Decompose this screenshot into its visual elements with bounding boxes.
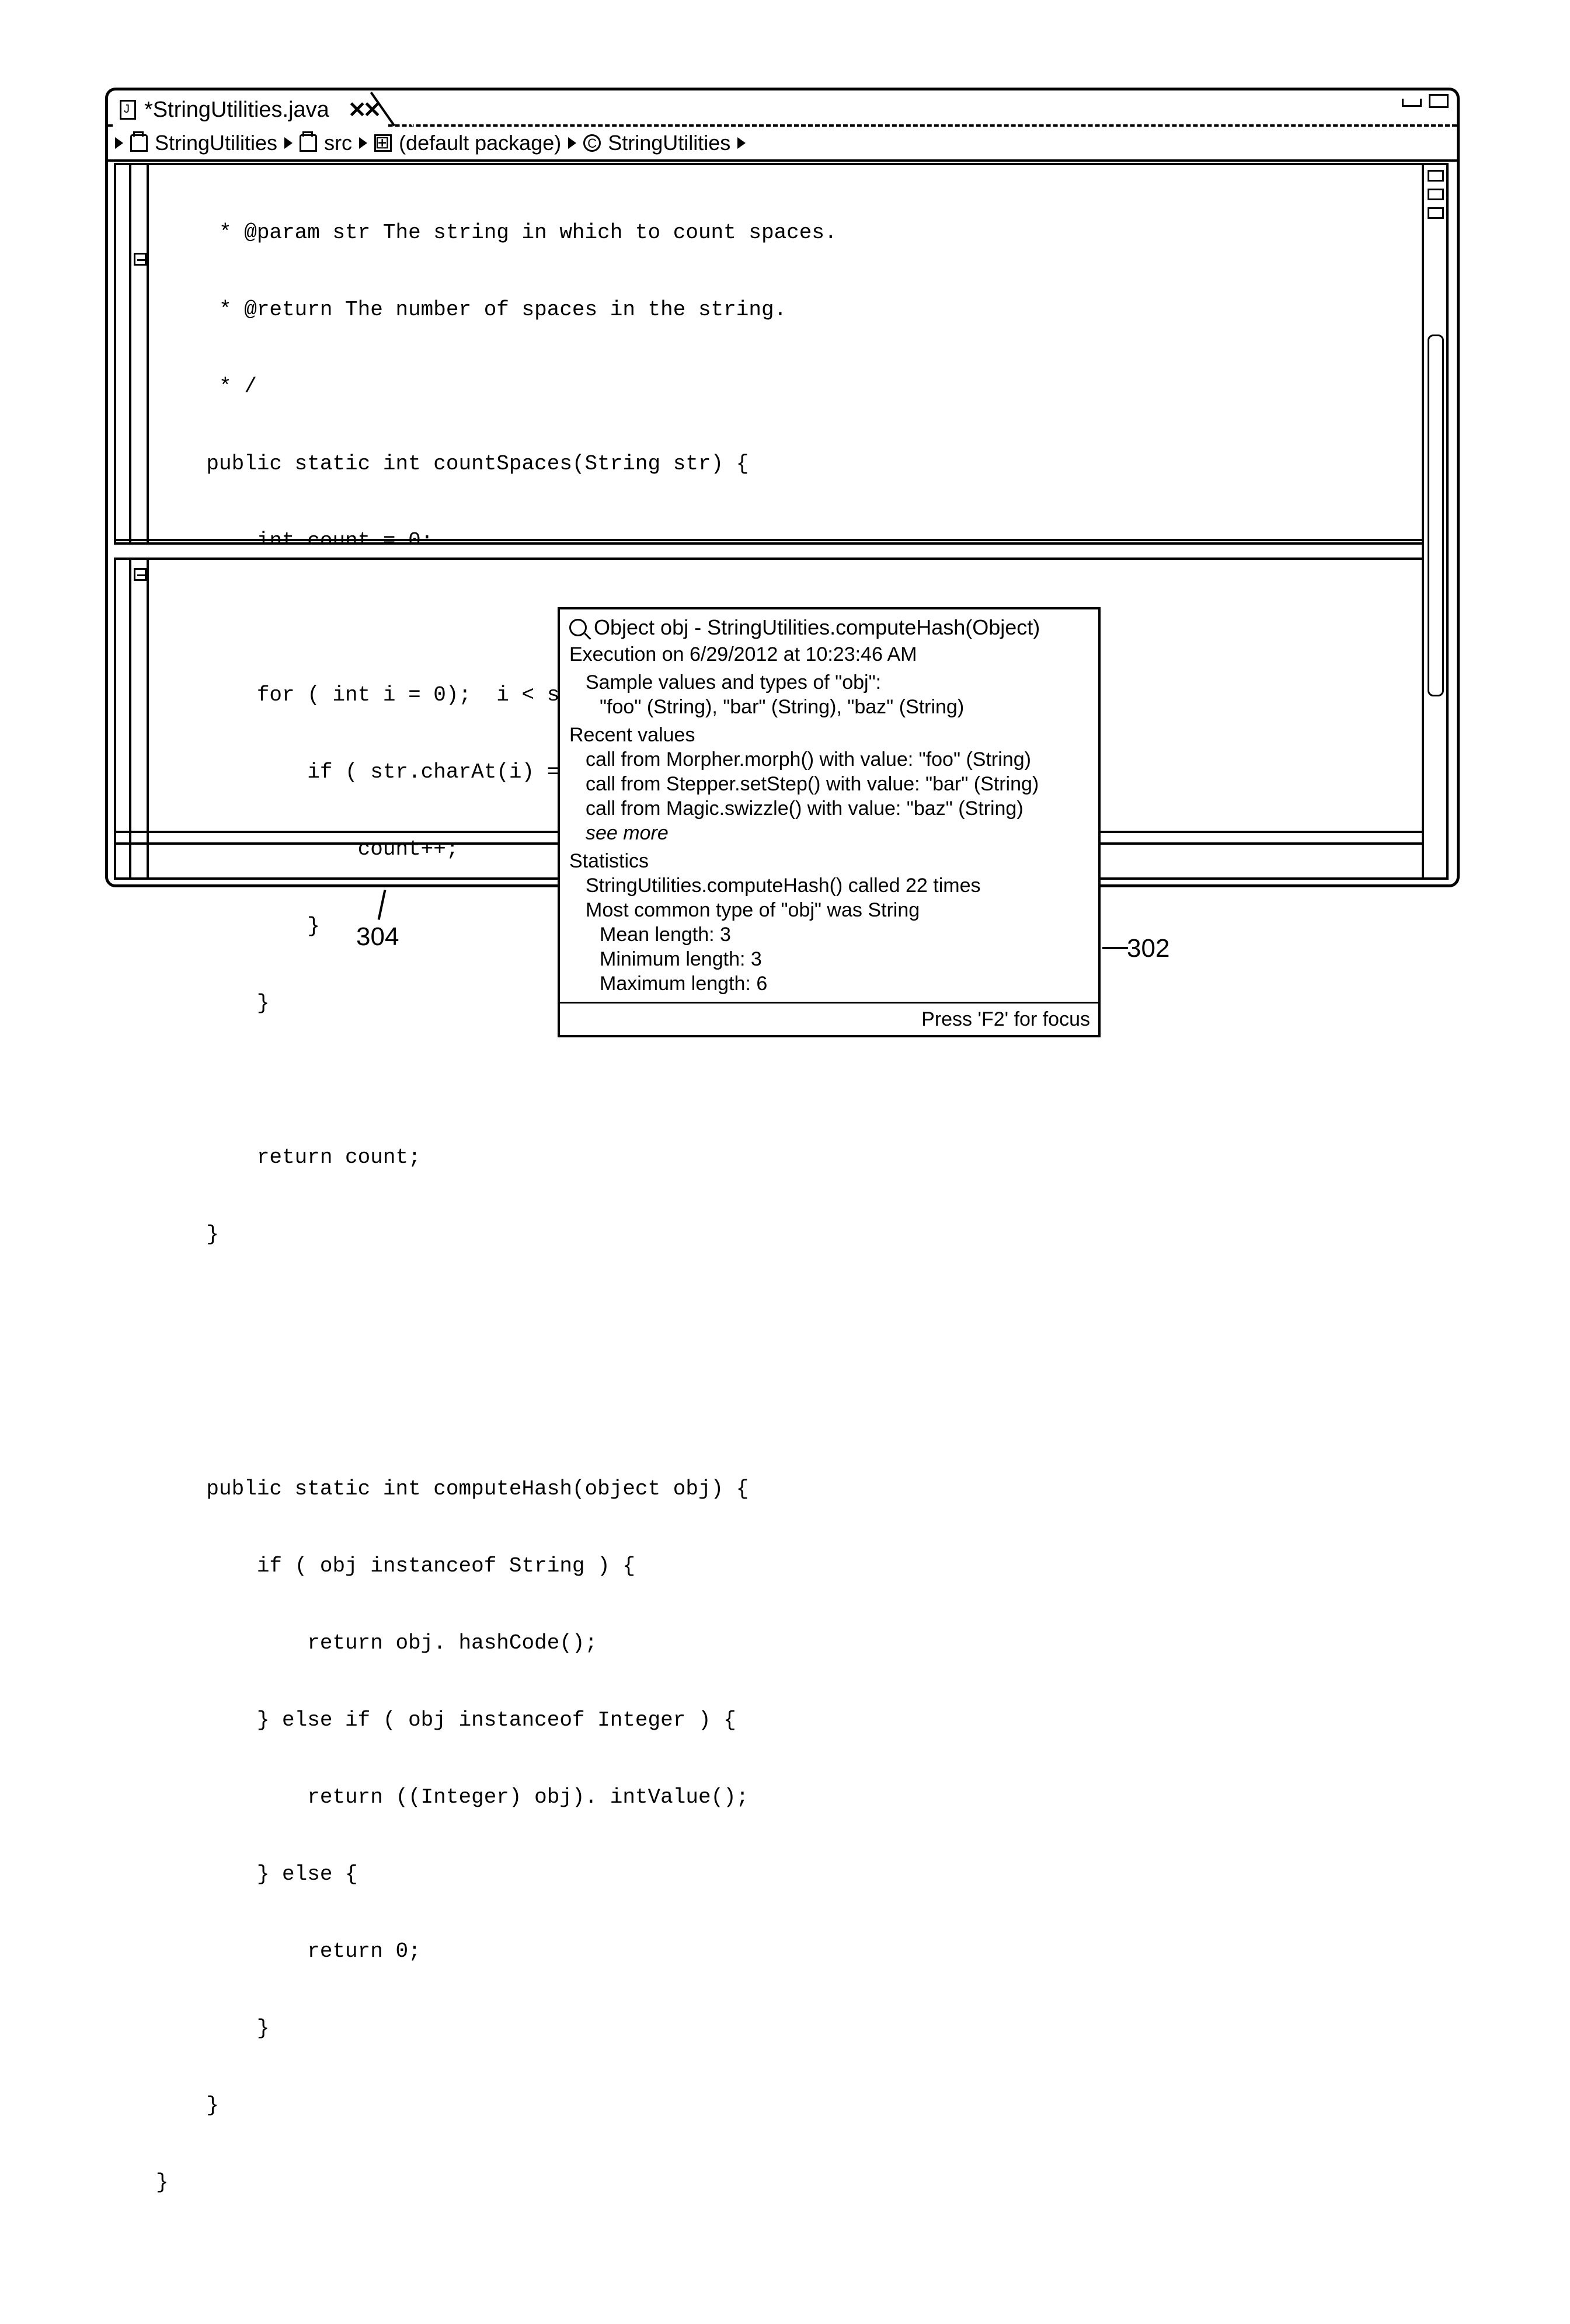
code-line: public static int countSpaces(String str… — [156, 451, 1422, 477]
ruler-mark — [1428, 207, 1444, 219]
method-separator — [114, 539, 1422, 541]
hover-stats-item: Mean length: 3 — [569, 922, 1090, 947]
code-line: * / — [156, 374, 1422, 400]
code-line: if ( obj instanceof String ) { — [156, 1553, 1422, 1579]
hover-execution-time: Execution on 6/29/2012 at 10:23:46 AM — [569, 642, 1090, 667]
breadcrumb-src[interactable]: src — [324, 131, 352, 155]
fold-gutter — [131, 165, 149, 877]
hover-recent-item: call from Morpher.morph() with value: "f… — [569, 747, 1090, 772]
marker-gutter — [116, 165, 131, 877]
maximize-pane-icon[interactable] — [1429, 94, 1449, 108]
code-line: } else if ( obj instanceof Integer ) { — [156, 1708, 1422, 1733]
hover-stats-item: Minimum length: 3 — [569, 947, 1090, 971]
java-file-icon — [120, 100, 136, 120]
close-tab-icon[interactable]: ✕✕ — [337, 97, 378, 123]
hover-recent-item: call from Stepper.setStep() with value: … — [569, 772, 1090, 796]
hover-info-panel: Object obj - StringUtilities.computeHash… — [558, 607, 1101, 1037]
overview-ruler[interactable] — [1422, 165, 1446, 877]
hover-sample-heading: Sample values and types of "obj": — [569, 670, 1090, 695]
breadcrumb: StringUtilities src (default package) St… — [108, 127, 1457, 162]
current-line-highlight — [114, 542, 1422, 560]
code-line: * @param str The string in which to coun… — [156, 220, 1422, 246]
code-line: } — [156, 2170, 1422, 2196]
chevron-right-icon — [115, 137, 123, 149]
code-line: } else { — [156, 1862, 1422, 1887]
fold-toggle-icon[interactable] — [134, 568, 147, 581]
chevron-right-icon — [359, 137, 367, 149]
hover-recent-heading: Recent values — [569, 723, 1090, 747]
ruler-mark — [1428, 189, 1444, 200]
figure-callout-304: 304 — [356, 922, 399, 952]
code-line: * @return The number of spaces in the st… — [156, 297, 1422, 323]
callout-line — [1102, 947, 1128, 949]
hover-stats-item: Maximum length: 6 — [569, 971, 1090, 996]
inspect-icon — [569, 619, 587, 636]
code-line: public static int computeHash(object obj… — [156, 1476, 1422, 1502]
fold-toggle-icon[interactable] — [134, 253, 147, 266]
code-line: } — [156, 2093, 1422, 2119]
code-line: } — [156, 1222, 1422, 1248]
src-folder-icon — [300, 134, 317, 152]
breadcrumb-class[interactable]: StringUtilities — [608, 131, 730, 155]
code-line — [156, 1068, 1422, 1093]
code-line: return ((Integer) obj). intValue(); — [156, 1785, 1422, 1810]
package-icon — [374, 134, 392, 152]
scroll-thumb[interactable] — [1428, 335, 1444, 696]
editor-tab[interactable]: *StringUtilities.java ✕✕ — [115, 93, 388, 127]
class-icon — [583, 134, 601, 152]
code-line: } — [156, 2016, 1422, 2041]
chevron-right-icon — [284, 137, 293, 149]
hover-footer-hint: Press 'F2' for focus — [560, 1002, 1098, 1035]
code-line: return obj. hashCode(); — [156, 1630, 1422, 1656]
hover-stats-item: Most common type of "obj" was String — [569, 898, 1090, 922]
project-icon — [130, 134, 148, 152]
tab-label: *StringUtilities.java — [144, 97, 329, 123]
minimize-pane-icon[interactable] — [1402, 99, 1422, 107]
hover-recent-item: call from Magic.swizzle() with value: "b… — [569, 796, 1090, 821]
breadcrumb-package[interactable]: (default package) — [399, 131, 561, 155]
hover-stats-item: StringUtilities.computeHash() called 22 … — [569, 873, 1090, 898]
hover-title: Object obj - StringUtilities.computeHash… — [594, 615, 1040, 640]
chevron-right-icon — [568, 137, 576, 149]
pane-window-controls — [1402, 94, 1449, 108]
code-line: return count; — [156, 1145, 1422, 1170]
hover-sample-values: "foo" (String), "bar" (String), "baz" (S… — [569, 695, 1090, 719]
code-line: return 0; — [156, 1939, 1422, 1964]
breadcrumb-project[interactable]: StringUtilities — [155, 131, 277, 155]
see-more-link[interactable]: see more — [569, 821, 1090, 845]
hover-stats-heading: Statistics — [569, 849, 1090, 873]
ruler-mark — [1428, 170, 1444, 182]
tab-bar: *StringUtilities.java ✕✕ — [108, 90, 1457, 127]
figure-callout-302: 302 — [1127, 934, 1169, 963]
chevron-right-icon — [737, 137, 746, 149]
